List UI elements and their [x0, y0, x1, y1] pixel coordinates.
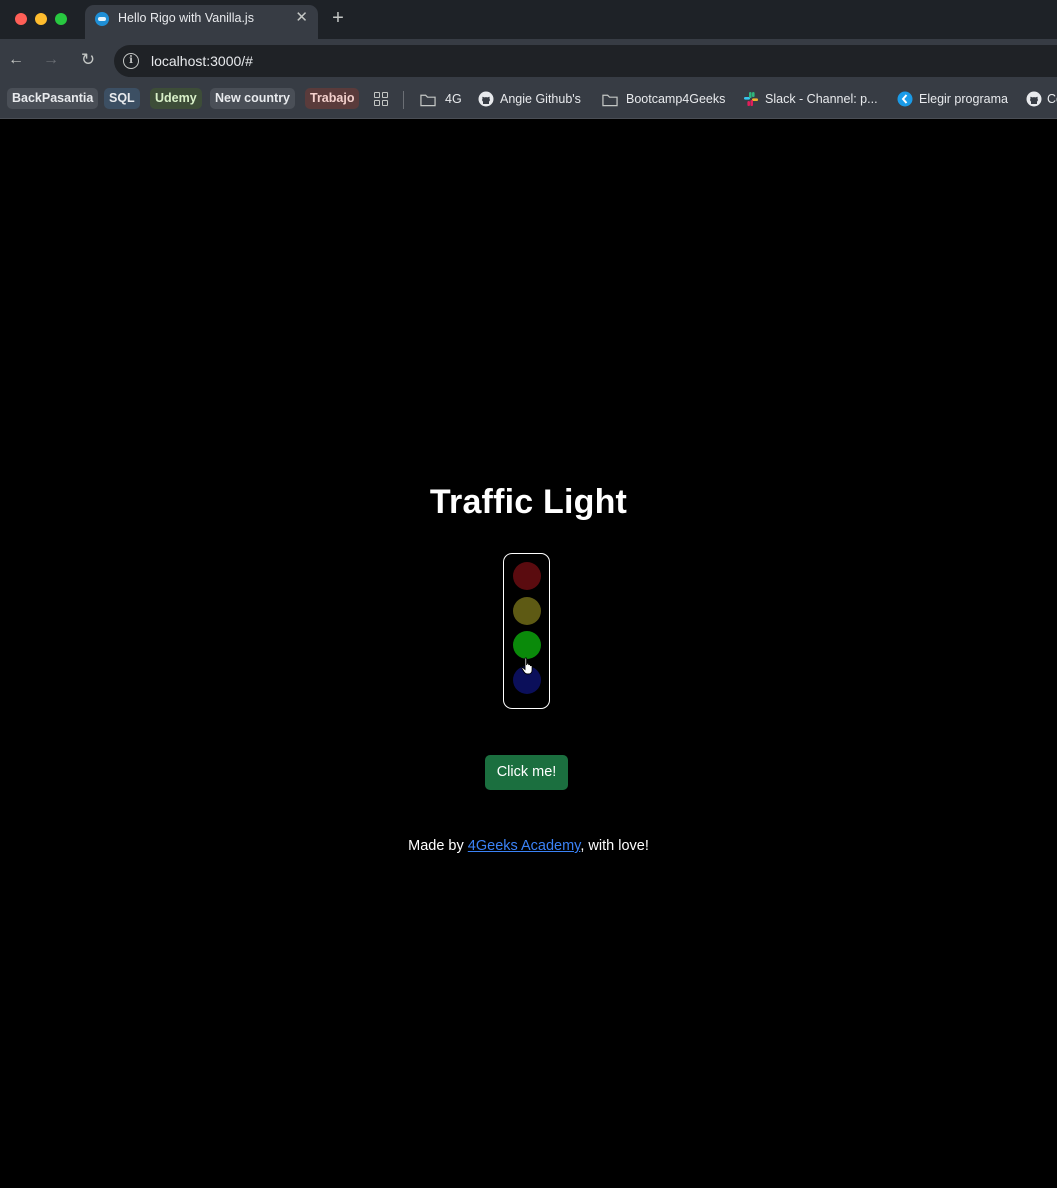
tab-strip: Hello Rigo with Vanilla.js ✕ + — [0, 0, 1057, 39]
red-light[interactable] — [513, 562, 541, 590]
traffic-light — [503, 553, 550, 709]
bookmark-sql[interactable]: SQL — [104, 88, 140, 109]
github-icon — [1026, 91, 1042, 107]
window-maximize-button[interactable] — [55, 13, 67, 25]
new-tab-button[interactable]: + — [329, 6, 347, 30]
bookmarks-divider — [403, 91, 404, 109]
green-light[interactable] — [513, 631, 541, 659]
window-close-button[interactable] — [15, 13, 27, 25]
bookmark-elegir-programa[interactable]: Elegir programa — [919, 91, 1008, 107]
browser-tab-active[interactable]: Hello Rigo with Vanilla.js ✕ — [85, 5, 318, 39]
folder-icon — [420, 94, 436, 107]
click-me-button[interactable]: Click me! — [485, 755, 568, 790]
bookmark-backpasantia[interactable]: BackPasantia — [7, 88, 99, 109]
github-icon — [478, 91, 494, 107]
tab-title: Hello Rigo with Vanilla.js — [118, 11, 254, 25]
elegir-programa-favicon-icon — [897, 91, 913, 107]
bookmark-udemy[interactable]: Udemy — [150, 88, 202, 109]
info-icon[interactable]: i — [123, 53, 139, 69]
footer-credit: Made by 4Geeks Academy, with love! — [0, 838, 1057, 854]
tab-close-icon[interactable]: ✕ — [295, 9, 308, 27]
back-arrow-icon[interactable]: ← — [7, 50, 25, 70]
slack-icon — [744, 92, 758, 106]
apps-grid-icon[interactable] — [373, 91, 389, 107]
bookmark-slack-channel[interactable]: Slack - Channel: p... — [765, 91, 878, 107]
address-bar[interactable]: i localhost:3000/# — [114, 45, 1057, 77]
url-text[interactable]: localhost:3000/# — [151, 53, 253, 69]
folder-icon — [602, 94, 618, 107]
browser-toolbar: ← → ↻ i localhost:3000/# — [0, 39, 1057, 81]
rigo-favicon-icon — [95, 12, 109, 26]
bookmarks-bar: BackPasantia SQL Udemy New country Traba… — [0, 81, 1057, 119]
bookmark-bootcamp4geeks[interactable]: Bootcamp4Geeks — [626, 91, 725, 107]
page-content: Traffic Light Click me! Made by 4Geeks A… — [0, 120, 1057, 1188]
bookmark-new-country[interactable]: New country — [210, 88, 296, 109]
footer-prefix: Made by — [408, 838, 468, 854]
bookmark-4g[interactable]: 4G — [445, 91, 462, 107]
forward-arrow-icon[interactable]: → — [42, 50, 60, 70]
yellow-light[interactable] — [513, 596, 541, 625]
bookmark-truncated[interactable]: Co — [1047, 91, 1057, 107]
bookmark-trabajo[interactable]: Trabajo — [305, 88, 360, 109]
4geeks-academy-link[interactable]: 4Geeks Academy — [468, 838, 581, 854]
bookmark-angie-github[interactable]: Angie Github's — [500, 91, 581, 107]
hand-pointer-cursor-icon — [521, 657, 533, 675]
footer-suffix: , with love! — [580, 838, 649, 854]
reload-icon[interactable]: ↻ — [79, 50, 97, 70]
window-minimize-button[interactable] — [35, 13, 47, 25]
page-title: Traffic Light — [429, 483, 628, 521]
